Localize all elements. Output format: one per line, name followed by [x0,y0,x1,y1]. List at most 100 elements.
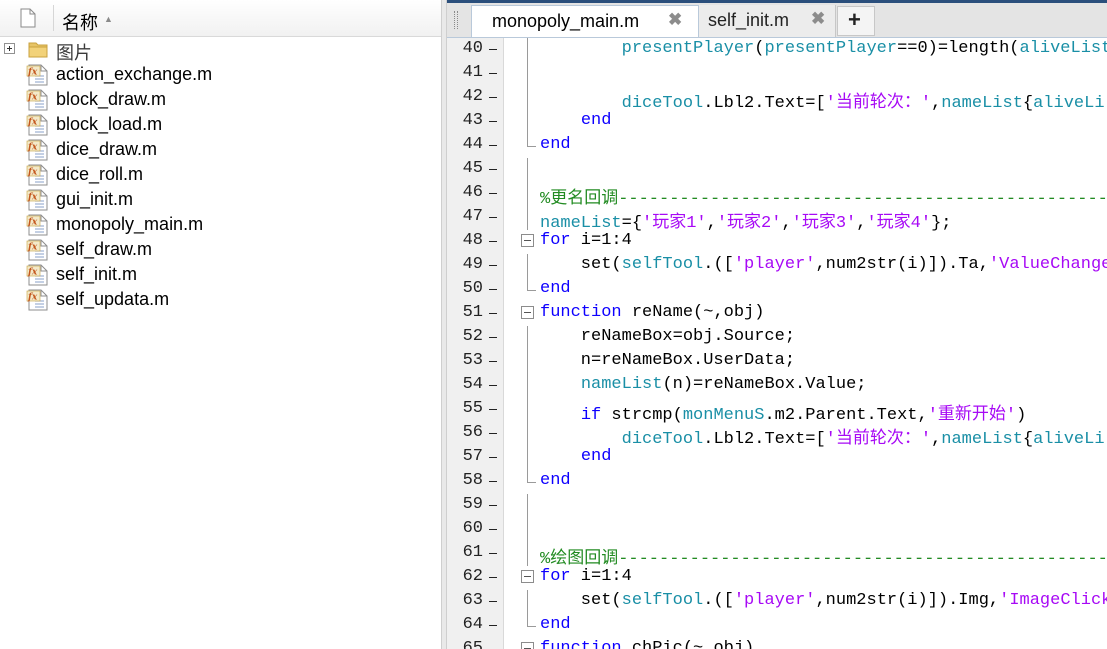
breakpoint-marker[interactable] [489,385,497,386]
breakpoint-marker[interactable] [489,553,497,554]
code-line[interactable]: 59 [447,494,1107,518]
code-token: selfTool [621,591,704,610]
code-token: ==0)=length( [897,39,1020,58]
close-tab-icon[interactable]: ✖ [668,10,682,30]
line-number: 62 [462,567,483,586]
code-line[interactable]: 60 [447,518,1107,542]
breakpoint-marker[interactable] [489,577,497,578]
file-name: dice_draw.m [56,139,158,159]
code-text: for i=1:4 [540,567,632,586]
line-number: 47 [462,207,483,226]
file-row[interactable]: fx action_exchange.m [0,62,441,87]
line-number: 40 [462,39,483,58]
line-number: 42 [462,87,483,106]
breakpoint-marker[interactable] [489,481,497,482]
file-row[interactable]: fx self_updata.m [0,287,441,312]
code-line[interactable]: 48 for i=1:4 [447,230,1107,254]
breakpoint-marker[interactable] [489,265,497,266]
code-line[interactable]: 55 if strcmp(monMenuS.m2.Parent.Text,'重新… [447,398,1107,425]
breakpoint-marker[interactable] [489,337,497,338]
tab-monopoly-main[interactable]: monopoly_main.m ✖ [471,5,699,37]
code-line[interactable]: 40 presentPlayer(presentPlayer==0)=lengt… [447,38,1107,62]
code-text: nameList(n)=reNameBox.Value; [540,375,867,394]
code-line[interactable]: 41 [447,62,1107,86]
fold-toggle-icon[interactable] [521,642,534,649]
code-line[interactable]: 49 set(selfTool.(['player',num2str(i)]).… [447,254,1107,278]
breakpoint-marker[interactable] [489,457,497,458]
breakpoint-marker[interactable] [489,361,497,362]
fold-guide-line [527,494,528,518]
code-line[interactable]: 57 end [447,446,1107,470]
file-row[interactable]: fx monopoly_main.m [0,212,441,237]
fold-toggle-icon[interactable] [521,306,534,319]
breakpoint-marker[interactable] [489,433,497,434]
breakpoint-marker[interactable] [489,625,497,626]
code-line[interactable]: 44 end [447,134,1107,158]
code-line[interactable]: 47 nameList={'玩家1','玩家2','玩家3','玩家4'}; [447,206,1107,233]
close-tab-icon[interactable]: ✖ [811,9,825,29]
fold-guide-line [527,422,528,446]
code-line[interactable]: 45 [447,158,1107,182]
breakpoint-marker[interactable] [489,409,497,410]
breakpoint-marker[interactable] [489,145,497,146]
sort-ascending-icon[interactable]: ▲ [104,14,113,24]
code-token: i=1:4 [570,231,632,250]
code-line[interactable]: 64 end [447,614,1107,638]
fold-toggle-icon[interactable] [521,570,534,583]
code-area[interactable]: 40 presentPlayer(presentPlayer==0)=lengt… [447,38,1107,649]
file-row[interactable]: fx block_load.m [0,112,441,137]
code-line[interactable]: 50 end [447,278,1107,302]
breakpoint-marker[interactable] [489,97,497,98]
file-row[interactable]: fx self_draw.m [0,237,441,262]
file-row[interactable]: fx dice_draw.m [0,137,441,162]
code-line[interactable]: 46 %更名回调---------------------------------… [447,182,1107,209]
code-line[interactable]: 62 for i=1:4 [447,566,1107,590]
matlab-function-icon: fx [26,189,48,211]
expand-plus-icon[interactable] [4,43,15,54]
svg-text:fx: fx [27,168,38,178]
code-line[interactable]: 43 end [447,110,1107,134]
code-line[interactable]: 42 diceTool.Lbl2.Text=['当前轮次：',nameList{… [447,86,1107,113]
breakpoint-marker[interactable] [489,529,497,530]
file-row[interactable]: fx block_draw.m [0,87,441,112]
line-number: 58 [462,471,483,490]
breakpoint-marker[interactable] [489,169,497,170]
fold-toggle-icon[interactable] [521,234,534,247]
header-divider [53,5,54,31]
fold-guide-line [527,398,528,422]
code-text: presentPlayer(presentPlayer==0)=length(a… [540,39,1107,58]
breakpoint-marker[interactable] [489,313,497,314]
code-line[interactable]: 56 diceTool.Lbl2.Text=['当前轮次：',nameList{… [447,422,1107,449]
code-line[interactable]: 58 end [447,470,1107,494]
folder-row[interactable]: 图片 [0,37,441,63]
file-row[interactable]: fx gui_init.m [0,187,441,212]
breakpoint-marker[interactable] [489,193,497,194]
fold-guide-line [527,350,528,374]
breakpoint-marker[interactable] [489,289,497,290]
breakpoint-marker[interactable] [489,217,497,218]
code-line[interactable]: 65 function chPic(~,obj) [447,638,1107,649]
code-line[interactable]: 52 reNameBox=obj.Source; [447,326,1107,350]
code-line[interactable]: 53 n=reNameBox.UserData; [447,350,1107,374]
tab-label: monopoly_main.m [492,11,640,31]
tab-self-init[interactable]: self_init.m ✖ [699,5,836,37]
code-line[interactable]: 51 function reName(~,obj) [447,302,1107,326]
code-token: 'ValueChanged [988,255,1107,274]
code-token: (n)=reNameBox.Value; [662,375,867,394]
tab-grip-handle[interactable] [454,11,458,29]
breakpoint-marker[interactable] [489,601,497,602]
code-line[interactable]: 63 set(selfTool.(['player',num2str(i)]).… [447,590,1107,614]
file-row[interactable]: fx dice_roll.m [0,162,441,187]
code-line[interactable]: 54 nameList(n)=reNameBox.Value; [447,374,1107,398]
breakpoint-marker[interactable] [489,49,497,50]
name-column-header[interactable]: 名称 [62,9,98,35]
breakpoint-marker[interactable] [489,241,497,242]
new-tab-button[interactable]: + [837,6,875,36]
code-token: set( [540,255,622,274]
code-line[interactable]: 61 %绘图回调---------------------------------… [447,542,1107,569]
breakpoint-marker[interactable] [489,505,497,506]
breakpoint-marker[interactable] [489,121,497,122]
code-token: for [540,567,571,586]
file-row[interactable]: fx self_init.m [0,262,441,287]
breakpoint-marker[interactable] [489,73,497,74]
